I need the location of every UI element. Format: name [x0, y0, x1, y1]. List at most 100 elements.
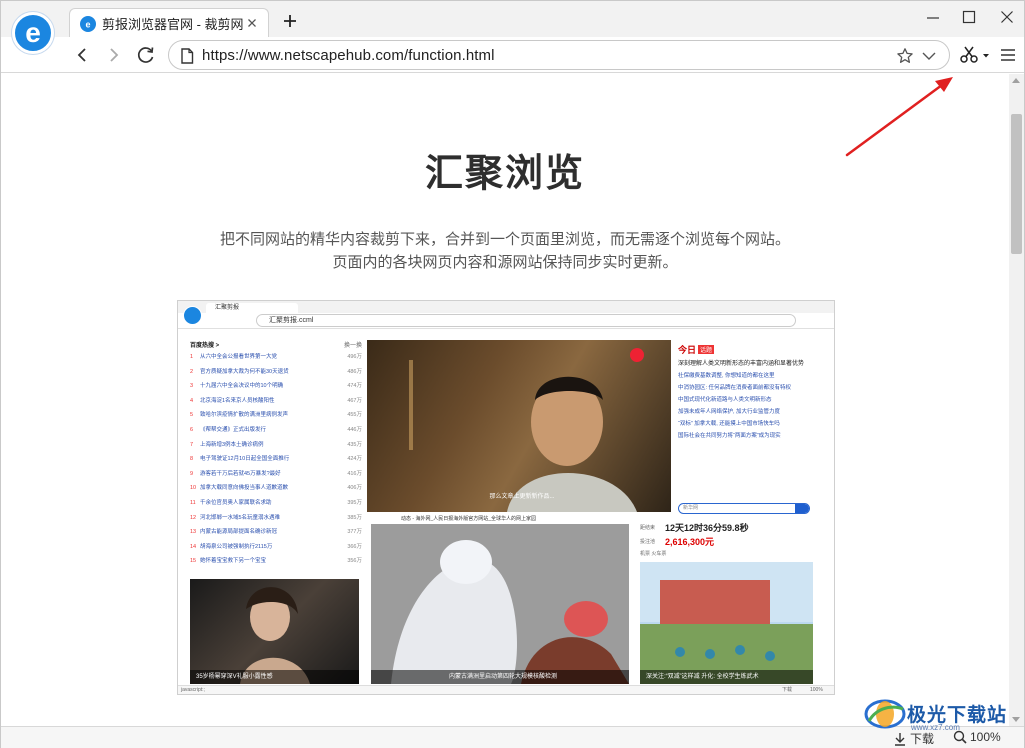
hot-title: 加拿大载同意向佛投当事人道歉道歉: [200, 485, 289, 492]
nurse-photo-header: 动态 - 海外网_人民日报海外版官方网站_全球华人的网上家园: [371, 514, 629, 524]
preview-status-text: javascript:;: [181, 687, 205, 693]
hot-title: 官方质疑加拿大裁为何不能30天退货: [200, 368, 289, 375]
hot-title: 游客若干万后若就45万暴发?最好: [200, 470, 281, 477]
vertical-scrollbar[interactable]: [1009, 74, 1024, 726]
hot-list-item: 5 致哈尔滨疫情扩散的满洲里病例发声 455万: [190, 408, 362, 423]
hot-list-item: 14 胡海泉公司被强制执行2115万 366万: [190, 540, 362, 555]
browser-tab[interactable]: e 剪报浏览器官网 - 裁剪网: [69, 8, 269, 38]
hot-title: 致哈尔滨疫情扩散的满洲里病例发声: [200, 412, 289, 419]
preview-status-bar: javascript:; 下载 100%: [178, 685, 834, 694]
preview-body: 百度热搜 > 换一换 1 从六中全会公报看世界第一大党 496万 2 官方质疑加拿大裁为何…: [178, 330, 834, 685]
hot-list-item: 10 加拿大载同意向佛投当事人道歉道歉 406万: [190, 481, 362, 496]
cal-row2-label: 投注池: [640, 538, 656, 545]
tab-title: 剪报浏览器官网 - 裁剪网: [102, 17, 244, 32]
cal-row2-value: 2,616,300元: [665, 536, 715, 547]
news-lead: 深刻理解人类文明新形态的丰富内涵和显著优势: [678, 361, 805, 367]
news-list-item: “双标” 加拿大载, 还能摸上中国市场快车吗: [678, 421, 780, 427]
hot-rank: 8: [190, 456, 194, 463]
browser-logo-icon[interactable]: e: [12, 12, 54, 54]
news-search-button: [795, 504, 809, 513]
tab-close-icon[interactable]: [244, 15, 260, 31]
site-watermark: 极光下载站 www.xz7.com: [863, 697, 1023, 732]
forward-icon[interactable]: [102, 43, 126, 67]
hot-count: 385万: [347, 514, 362, 521]
download-button[interactable]: 下载: [893, 730, 934, 747]
hot-rank: 6: [190, 426, 194, 433]
close-icon[interactable]: [993, 5, 1021, 29]
hot-title: 从六中全会公报看世界第一大党: [200, 354, 278, 360]
hot-rank: 15: [190, 558, 197, 565]
hot-rank: 2: [190, 368, 194, 375]
hot-rank: 12: [190, 514, 197, 521]
address-bar[interactable]: https://www.netscapehub.com/function.htm…: [168, 40, 950, 70]
hot-list-item: 15 她怀着宝宝救下另一个宝宝 356万: [190, 554, 362, 569]
hot-rank: 11: [190, 499, 196, 506]
zoom-icon: [953, 730, 967, 744]
hot-rank: 1: [190, 354, 194, 360]
menu-icon[interactable]: [996, 43, 1020, 67]
hot-rank: 5: [190, 412, 194, 419]
cal-row1-label: 距结束: [640, 524, 656, 531]
hot-title: 内蒙古能源局部提面名确诊新冠: [200, 529, 278, 536]
interview-caption: 那么文章上更新新作品...: [489, 494, 555, 500]
hot-count: 356万: [347, 558, 362, 565]
hot-list-item: 8 电子驾驶证12月10日起全国全面推行 424万: [190, 452, 362, 467]
hot-count: 377万: [347, 529, 362, 536]
cal-weather-label2: 火车票: [651, 551, 667, 557]
watermark-subtitle: www.xz7.com: [911, 723, 960, 732]
feature-preview-screenshot: 汇聚剪报 汇聚剪报.ccml 百度热搜 > 换一换 1 从六中全会公报看世界第一大党…: [177, 300, 835, 695]
red-annotation-arrow: [845, 77, 953, 157]
hot-rank: 13: [190, 529, 197, 536]
page-content: 汇聚浏览 把不同网站的精华内容裁剪下来，合并到一个页面里浏览，而无需逐个浏览每个…: [1, 74, 1009, 726]
fashion-caption: 35岁杨幂穿深V礼服小露性感: [190, 670, 359, 684]
hot-count: 416万: [347, 470, 362, 477]
refresh-icon[interactable]: [134, 43, 158, 67]
preview-news-column: 今日 话题 深刻理解人类文明新形态的丰富内涵和显著优势 社保缴费基数调整, 你想知…: [678, 340, 813, 441]
hot-count: 424万: [347, 456, 362, 463]
news-list-item: 中消协园区: 任何品牌在消费者面前都没有特权: [678, 385, 792, 391]
hot-count: 474万: [347, 383, 362, 390]
url-text[interactable]: https://www.netscapehub.com/function.htm…: [202, 47, 495, 64]
preview-news-search: 新华网: [678, 503, 810, 514]
scissors-icon[interactable]: [957, 43, 991, 67]
scroll-up-icon[interactable]: [1012, 78, 1020, 83]
hot-title: 她怀着宝宝救下另一个宝宝: [200, 558, 267, 565]
preview-status-download: 下载: [782, 687, 793, 693]
new-tab-icon[interactable]: [280, 11, 300, 31]
hot-count: 467万: [347, 397, 362, 404]
hot-title: 北京海淀1名来京人员核酸阳性: [200, 397, 275, 404]
news-search-placeholder: 新华网: [683, 505, 699, 511]
preview-nurse-photo: 动态 - 海外网_人民日报海外版官方网站_全球华人的网上家园 内蒙古满洲里启动第…: [371, 514, 629, 684]
hot-list-item: 7 上海新增3例本土确诊病例 435万: [190, 438, 362, 453]
title-bar: e 剪报浏览器官网 - 裁剪网: [1, 1, 1024, 38]
preview-calendar-widget: 距结束 12天12时36分59.8秒 投注池 2,616,300元 机票 火车票: [640, 520, 815, 558]
hot-count: 486万: [347, 368, 362, 375]
hot-rank: 9: [190, 470, 194, 477]
preview-toolbar: 汇聚剪报.ccml: [178, 313, 834, 329]
download-label: 下载: [910, 732, 935, 746]
hot-count: 406万: [347, 485, 362, 492]
hot-list-item: 12 河北邯郸一水域5名玩童溺水遇难 385万: [190, 511, 362, 526]
hot-title: 十九届六中全会决议中的10个明确: [200, 383, 284, 390]
news-list-item: 国际社会在共同努力将“两面方案”成为现实: [678, 433, 781, 439]
news-brand: 今日: [678, 344, 697, 355]
hot-rank: 4: [190, 397, 194, 404]
hot-list-item: 9 游客若干万后若就45万暴发?最好 416万: [190, 467, 362, 482]
preview-school-photo: 深关注:“双减”这样减 升化: 全校学生练武术: [640, 562, 813, 684]
maximize-icon[interactable]: [955, 5, 983, 29]
scrollbar-thumb[interactable]: [1011, 114, 1022, 254]
svg-text:e: e: [25, 18, 41, 48]
hot-list-item: 3 十九届六中全会决议中的10个明确 474万: [190, 379, 362, 394]
hot-list-item: 6 《帮帮交通》正式出版发行 446万: [190, 423, 362, 438]
preview-address: 汇聚剪报.ccml: [256, 314, 796, 327]
preview-title-bar: 汇聚剪报: [178, 301, 834, 313]
secure-page-icon: [177, 46, 197, 66]
back-icon[interactable]: [70, 43, 94, 67]
hot-list-refresh: 换一换: [343, 343, 362, 349]
school-caption: 深关注:“双减”这样减 升化: 全校学生练武术: [640, 670, 813, 684]
hot-title: 电子驾驶证12月10日起全国全面推行: [200, 456, 290, 463]
nurse-caption: 内蒙古满洲里启动第四轮大规模核酸检测: [371, 670, 629, 684]
hot-title: 胡海泉公司被强制执行2115万: [200, 543, 273, 550]
zoom-control[interactable]: 100%: [953, 730, 1001, 744]
minimize-icon[interactable]: [919, 5, 947, 29]
